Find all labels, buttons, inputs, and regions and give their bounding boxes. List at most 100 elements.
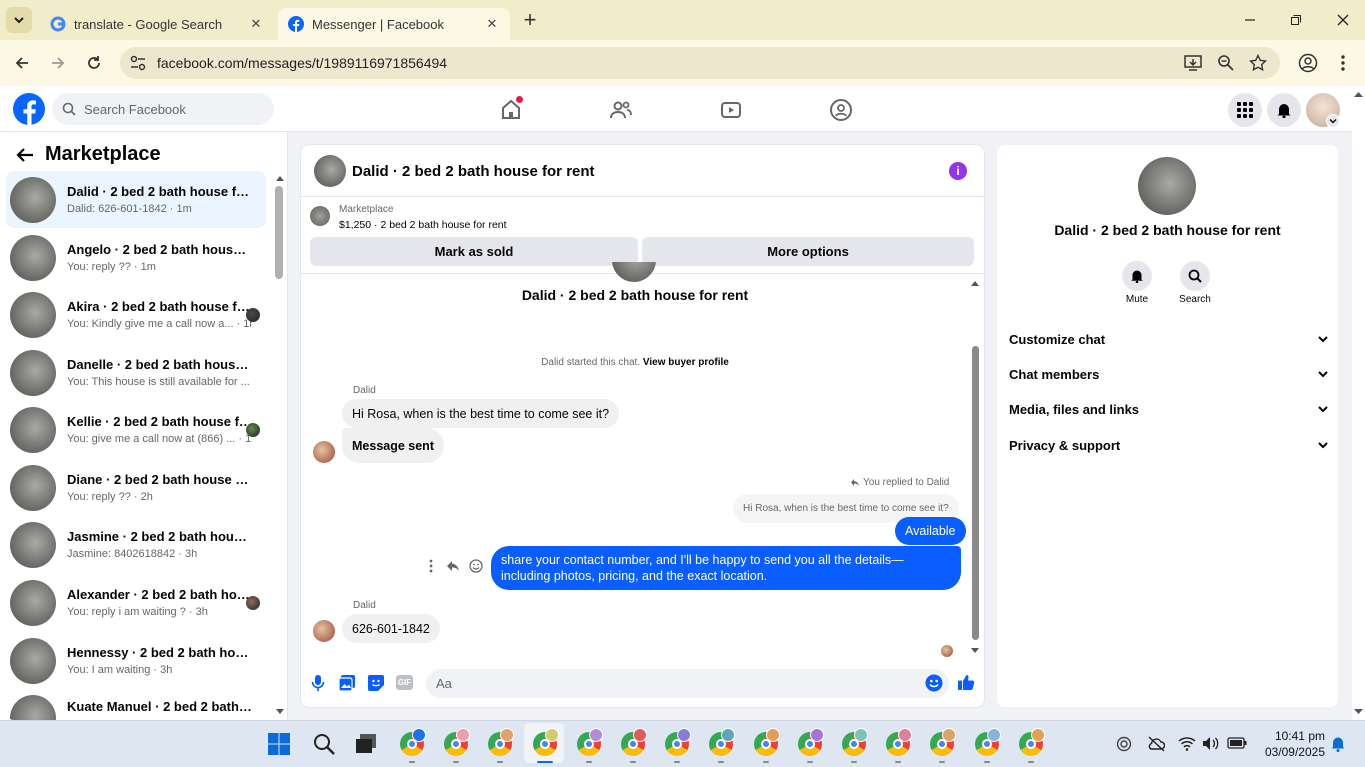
tab-google-search[interactable]: translate - Google Search ✕	[40, 8, 274, 40]
tab-title: translate - Google Search	[74, 16, 223, 32]
info-section-3[interactable]: Media, files and links	[1009, 399, 1329, 419]
more-options-button[interactable]: More options	[642, 237, 974, 266]
conversation-name: Angelo · 2 bed 2 bath house for...	[67, 242, 252, 257]
scroll-up-icon[interactable]	[276, 175, 284, 181]
menu-grid-button[interactable]	[1228, 93, 1262, 127]
image-attach-icon[interactable]	[338, 674, 356, 692]
conversation-item[interactable]: Kellie · 2 bed 2 bath house fo... You: gi…	[6, 401, 266, 458]
groups-nav-icon[interactable]	[829, 98, 853, 122]
message-bubble[interactable]: Hi Rosa, when is the best time to come s…	[342, 399, 620, 428]
scroll-up-icon[interactable]	[1354, 91, 1363, 97]
chat-avatar[interactable]	[314, 155, 346, 187]
conversation-item[interactable]: Kuate Manuel · 2 bed 2 bath ...	[6, 689, 266, 720]
thumbs-up-icon[interactable]	[957, 673, 975, 691]
more-actions-icon[interactable]	[428, 559, 434, 573]
conversation-item[interactable]: Danelle · 2 bed 2 bath house fo... You: T…	[6, 344, 266, 401]
react-emoji-icon[interactable]	[469, 559, 483, 573]
wifi-icon[interactable]	[1178, 736, 1196, 751]
scroll-up-icon[interactable]	[971, 280, 979, 286]
watch-nav-icon[interactable]	[719, 98, 743, 122]
bookmark-star-icon[interactable]	[1249, 54, 1267, 72]
clock-date[interactable]: 03/09/2025	[1245, 745, 1325, 759]
forward-button[interactable]	[46, 51, 70, 75]
back-button[interactable]	[10, 51, 34, 75]
tab-messenger[interactable]: Messenger | Facebook ✕	[278, 8, 510, 40]
message-placeholder: Aa	[436, 676, 452, 691]
running-indicator	[718, 761, 725, 763]
volume-icon[interactable]	[1202, 736, 1220, 751]
reload-button[interactable]	[82, 51, 106, 75]
scroll-down-icon[interactable]	[971, 648, 979, 654]
chevron-down-icon	[1318, 371, 1328, 378]
close-window-button[interactable]	[1331, 8, 1355, 32]
participant-avatar	[246, 422, 260, 437]
conversation-item[interactable]: Dalid · 2 bed 2 bath house for r... Dalid…	[6, 171, 266, 228]
conversation-text: Alexander · 2 bed 2 bath hou... You: repl…	[67, 587, 252, 618]
friends-nav-icon[interactable]	[609, 98, 633, 122]
profile-badge	[809, 728, 824, 742]
chevron-down-icon	[1318, 406, 1328, 413]
message-bubble[interactable]: Available	[895, 517, 966, 545]
app-icon[interactable]	[1116, 736, 1132, 752]
info-section-1[interactable]: Customize chat	[1009, 329, 1329, 349]
conversation-item[interactable]: Jasmine · 2 bed 2 bath house fo... Jasmin…	[6, 516, 266, 573]
tab-search-button[interactable]	[6, 7, 32, 33]
notification-bell-icon[interactable]	[1331, 736, 1345, 752]
conversation-text: Dalid · 2 bed 2 bath house for r... Dalid…	[67, 184, 252, 215]
clock-time[interactable]: 10:41 pm	[1255, 729, 1325, 743]
emoji-icon[interactable]	[925, 674, 943, 692]
search-conversation-button[interactable]	[1180, 261, 1210, 291]
facebook-search-input[interactable]: Search Facebook	[52, 93, 274, 125]
microphone-icon[interactable]	[310, 674, 326, 692]
participant-avatar	[246, 307, 260, 322]
windows-start-icon[interactable]	[268, 733, 290, 755]
mark-as-sold-button[interactable]: Mark as sold	[310, 237, 638, 266]
facebook-logo-icon[interactable]	[13, 93, 45, 125]
page-scrollbar[interactable]	[1352, 86, 1365, 720]
info-section-4[interactable]: Privacy & support	[1009, 435, 1329, 455]
info-section-2[interactable]: Chat members	[1009, 364, 1329, 384]
close-tab-icon[interactable]: ✕	[248, 16, 264, 32]
account-chevron-icon[interactable]	[1326, 114, 1340, 128]
listing-description[interactable]: $1,250 · 2 bed 2 bath house for rent	[339, 219, 507, 231]
gif-icon[interactable]: GIF	[396, 675, 413, 690]
conversation-item[interactable]: Diane · 2 bed 2 bath house for r... You: …	[6, 459, 266, 516]
info-avatar[interactable]	[1138, 157, 1196, 215]
install-app-icon[interactable]	[1184, 54, 1202, 72]
new-tab-button[interactable]: +	[518, 7, 542, 32]
conversation-item[interactable]: Angelo · 2 bed 2 bath house for... You: r…	[6, 229, 266, 286]
mute-button[interactable]	[1122, 261, 1152, 291]
message-bubble[interactable]: Message sent	[342, 428, 444, 463]
view-buyer-profile-link[interactable]: View buyer profile	[643, 357, 729, 368]
chat-title[interactable]: Dalid · 2 bed 2 bath house for rent	[352, 163, 595, 180]
profile-badge	[854, 728, 868, 742]
profile-avatar-partial	[612, 262, 656, 282]
close-tab-icon[interactable]: ✕	[484, 16, 500, 32]
scroll-down-icon[interactable]	[1354, 709, 1363, 715]
restore-button[interactable]	[1284, 8, 1308, 32]
message-bubble[interactable]: share your contact number, and I'll be h…	[491, 546, 961, 590]
sidebar-scrollbar[interactable]	[275, 186, 283, 279]
minimize-button[interactable]	[1238, 8, 1262, 32]
message-bubble[interactable]: 626-601-1842	[342, 614, 440, 643]
reply-icon[interactable]	[446, 559, 460, 573]
conversation-item[interactable]: Alexander · 2 bed 2 bath hou... You: repl…	[6, 574, 266, 631]
taskbar-search-icon[interactable]	[313, 733, 335, 755]
conversation-item[interactable]: Akira · 2 bed 2 bath house fo... You: Kin…	[6, 286, 266, 343]
scroll-down-icon[interactable]	[276, 709, 284, 715]
notifications-button[interactable]	[1267, 93, 1301, 127]
conversation-item[interactable]: Hennessy · 2 bed 2 bath house f... You: I…	[6, 632, 266, 689]
task-view-icon[interactable]	[356, 734, 378, 754]
menu-dots-icon[interactable]	[1340, 54, 1346, 72]
profile-icon[interactable]	[1298, 53, 1318, 73]
chat-scrollbar[interactable]	[972, 346, 979, 640]
info-section-label: Chat members	[1009, 366, 1100, 382]
cloud-off-icon[interactable]	[1147, 736, 1165, 752]
sticker-icon[interactable]	[367, 674, 385, 692]
info-icon[interactable]: i	[949, 162, 967, 180]
battery-icon[interactable]	[1227, 737, 1247, 749]
back-arrow-icon[interactable]	[15, 145, 35, 165]
site-info-icon[interactable]	[129, 54, 147, 72]
message-input[interactable]: Aa	[426, 669, 949, 698]
zoom-icon[interactable]	[1217, 54, 1235, 72]
